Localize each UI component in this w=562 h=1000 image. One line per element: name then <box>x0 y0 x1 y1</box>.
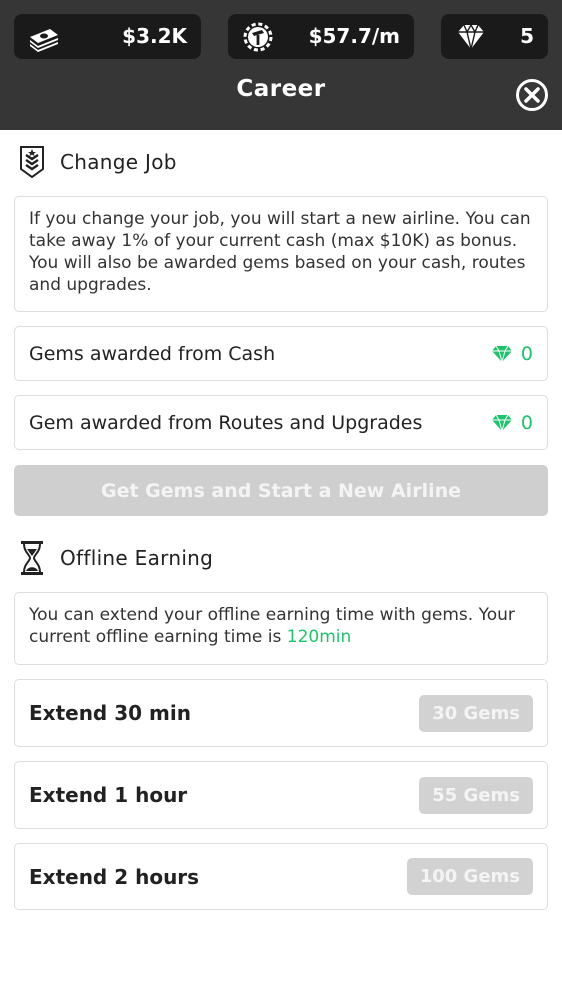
gems-from-routes-label: Gem awarded from Routes and Upgrades <box>29 411 423 434</box>
change-job-description: If you change your job, you will start a… <box>29 209 531 295</box>
gems-from-cash-value: 0 <box>520 342 533 365</box>
extend-2hours-label: Extend 2 hours <box>29 864 200 889</box>
gems-from-cash-label: Gems awarded from Cash <box>29 342 276 365</box>
hourglass-icon <box>21 541 43 575</box>
diamond-icon <box>491 345 512 363</box>
change-job-description-card: If you change your job, you will start a… <box>14 196 548 312</box>
gems-display: 5 <box>441 14 548 59</box>
cash-display: $3.2K <box>14 14 201 59</box>
change-job-heading: Change Job <box>18 145 177 179</box>
extend-2hours-row: Extend 2 hours 100 Gems <box>14 843 548 910</box>
offline-description-text: You can extend your offline earning time… <box>29 605 515 647</box>
extend-1hour-row: Extend 1 hour 55 Gems <box>14 761 548 829</box>
gems-from-routes-value-wrap: 0 <box>491 412 533 434</box>
close-icon[interactable] <box>515 78 549 112</box>
gems-from-cash-value-wrap: 0 <box>491 343 533 365</box>
extend-30min-button[interactable]: 30 Gems <box>419 694 533 732</box>
extend-30min-row: Extend 30 min 30 Gems <box>14 679 548 747</box>
start-new-airline-button[interactable]: Get Gems and Start a New Airline <box>14 465 548 516</box>
gems-from-routes-row: Gem awarded from Routes and Upgrades 0 <box>14 395 548 450</box>
extend-1hour-button[interactable]: 55 Gems <box>419 776 533 814</box>
offline-description: You can extend your offline earning time… <box>15 593 547 659</box>
cash-value: $3.2K <box>122 24 187 48</box>
diamond-icon <box>491 414 512 432</box>
gems-from-routes-value: 0 <box>520 411 533 434</box>
rank-badge-icon <box>20 146 44 179</box>
gems-value: 5 <box>520 24 534 48</box>
offline-earning-heading: Offline Earning <box>18 540 213 576</box>
offline-current-time: 120min <box>286 627 352 647</box>
extend-30min-label: Extend 30 min <box>29 701 191 725</box>
offline-earning-title: Offline Earning <box>60 546 214 570</box>
change-job-title: Change Job <box>60 150 177 174</box>
gems-from-cash-row: Gems awarded from Cash 0 <box>14 326 548 381</box>
income-display: $57.7/m <box>228 14 414 59</box>
page-title: Career <box>236 76 326 102</box>
income-value: $57.7/m <box>308 24 400 48</box>
offline-description-card: You can extend your offline earning time… <box>14 592 548 665</box>
gear-hammer-icon <box>243 22 273 52</box>
extend-2hours-button[interactable]: 100 Gems <box>406 858 533 895</box>
top-bar: $3.2K $57.7/m 5 Career <box>0 0 562 130</box>
money-stack-icon <box>30 29 58 52</box>
diamond-icon <box>458 23 484 50</box>
extend-1hour-label: Extend 1 hour <box>29 783 188 807</box>
